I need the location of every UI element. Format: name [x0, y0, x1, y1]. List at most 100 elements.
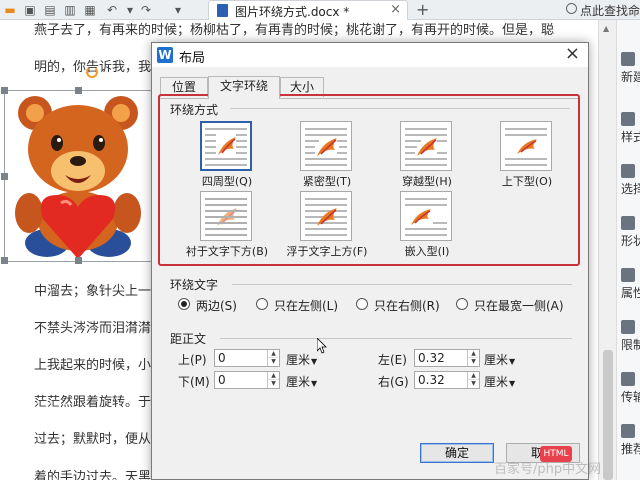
- undo-dropdown-icon[interactable]: ▾: [122, 2, 138, 18]
- document-line: 中溜去；象针尖上一滴: [34, 284, 165, 299]
- distance-top-unit[interactable]: 厘米▼: [286, 351, 317, 368]
- tab-text-wrapping[interactable]: 文字环绕: [208, 76, 280, 99]
- wrap-inline-icon: [400, 191, 452, 241]
- dialog-title: 布局: [179, 51, 206, 66]
- customize-dropdown-icon[interactable]: ▾: [170, 2, 186, 18]
- resize-handle[interactable]: [1, 173, 8, 180]
- style-icon: [621, 112, 635, 126]
- document-tab-title: 图片环绕方式.docx *: [235, 5, 350, 19]
- panel-item-new[interactable]: 新建: [621, 52, 640, 85]
- panel-item-restrict[interactable]: 限制: [621, 320, 640, 353]
- distance-right-unit[interactable]: 厘米▼: [484, 373, 515, 390]
- panel-item-recommend[interactable]: 推荐: [621, 424, 640, 457]
- resize-handle[interactable]: [1, 257, 8, 264]
- open-folder-icon[interactable]: ▬: [2, 2, 18, 18]
- wrap-behind-text-icon: [200, 191, 252, 241]
- distance-top-input[interactable]: 0 ▲ ▼: [214, 349, 280, 367]
- layout-dialog: W 布局 × 位置 文字环绕 大小 环绕方式 四周型(Q) 紧密型(T) 穿越型…: [151, 42, 589, 480]
- wrap-option-inline[interactable]: 嵌入型(I): [382, 191, 472, 261]
- undo-icon[interactable]: ↶: [104, 2, 120, 18]
- app-toolbar: ▬ ▣ ▤ ▥ ▦ ↶ ▾ ↷ ▾ 图片环绕方式.docx * × + 点此查找…: [0, 0, 640, 20]
- unit-dropdown-icon: ▼: [509, 379, 516, 388]
- redo-icon[interactable]: ↷: [138, 2, 154, 18]
- unit-dropdown-icon: ▼: [509, 357, 516, 366]
- print-preview-icon[interactable]: ▦: [82, 2, 98, 18]
- panel-item-select[interactable]: 选择: [621, 164, 640, 197]
- selected-image[interactable]: [1, 87, 152, 264]
- wrap-option-label: 上下型(O): [501, 175, 553, 188]
- radio-button[interactable]: [456, 298, 468, 310]
- section-divider: [232, 284, 572, 285]
- wrap-option-tight[interactable]: 紧密型(T): [282, 121, 372, 191]
- panel-item-properties[interactable]: 属性: [621, 268, 640, 301]
- distance-bottom-input[interactable]: 0 ▲ ▼: [214, 371, 280, 389]
- vertical-scrollbar[interactable]: ▲: [598, 20, 616, 480]
- properties-icon: [621, 268, 635, 282]
- document-line: 明的，你告诉我，我们: [34, 60, 165, 75]
- wrap-option-label: 嵌入型(I): [404, 245, 450, 258]
- close-tab-icon[interactable]: ×: [390, 2, 401, 17]
- scrollbar-thumb[interactable]: [603, 350, 613, 480]
- transfer-icon: [621, 372, 635, 386]
- spin-down-icon[interactable]: ▼: [268, 380, 279, 388]
- distance-bottom-label: 下(M): [178, 375, 210, 389]
- spin-up-icon[interactable]: ▲: [468, 350, 479, 358]
- resize-handle[interactable]: [75, 257, 82, 264]
- radio-button[interactable]: [256, 298, 268, 310]
- ok-button[interactable]: 确定: [420, 443, 494, 463]
- search-hint[interactable]: 点此查找命: [580, 2, 640, 19]
- wrap-option-label: 穿越型(H): [402, 175, 452, 188]
- save-icon[interactable]: ▣: [22, 2, 38, 18]
- spin-down-icon[interactable]: ▼: [468, 358, 479, 366]
- wps-logo-icon: W: [157, 47, 173, 63]
- distance-right-label: 右(G): [378, 375, 409, 389]
- spin-down-icon[interactable]: ▼: [268, 358, 279, 366]
- wrap-tight-icon: [300, 121, 352, 171]
- word-document-icon: [217, 4, 228, 17]
- wrap-option-behind-text[interactable]: 衬于文字下方(B): [182, 191, 272, 261]
- panel-item-transfer[interactable]: 传输: [621, 372, 640, 405]
- radio-button[interactable]: [356, 298, 368, 310]
- document-line: 不禁头涔涔而泪潸潸了: [34, 321, 165, 336]
- distance-left-input[interactable]: 0.32 ▲ ▼: [414, 349, 480, 367]
- resize-handle[interactable]: [75, 87, 82, 94]
- radio-label: 只在右侧(R): [374, 299, 440, 313]
- wrap-option-label: 四周型(Q): [201, 175, 253, 188]
- export-pdf-icon[interactable]: ▤: [42, 2, 58, 18]
- dialog-close-button[interactable]: ×: [565, 44, 580, 64]
- new-tab-button[interactable]: +: [416, 0, 429, 19]
- radio-button[interactable]: [178, 298, 190, 310]
- distance-left-unit[interactable]: 厘米▼: [484, 351, 515, 368]
- distance-left-label: 左(E): [378, 353, 407, 367]
- scroll-up-arrow-icon[interactable]: ▲: [603, 24, 609, 33]
- wrap-text-label: 环绕文字: [170, 278, 219, 292]
- document-line: 燕子去了，有再来的时候；杨柳枯了，有再青的时候；桃花谢了，有再开的时候。但是，聪: [34, 23, 555, 38]
- spin-up-icon[interactable]: ▲: [268, 372, 279, 380]
- distance-right-input[interactable]: 0.32 ▲ ▼: [414, 371, 480, 389]
- spin-up-icon[interactable]: ▲: [268, 350, 279, 358]
- rotate-handle[interactable]: [86, 66, 98, 78]
- wrap-option-in-front-of-text[interactable]: 浮于文字上方(F): [282, 191, 372, 261]
- recommend-icon: [621, 424, 635, 438]
- print-icon[interactable]: ▥: [62, 2, 78, 18]
- shape-icon: [621, 216, 635, 230]
- wrap-option-through[interactable]: 穿越型(H): [382, 121, 472, 191]
- spin-up-icon[interactable]: ▲: [468, 372, 479, 380]
- resize-handle[interactable]: [1, 87, 8, 94]
- distance-bottom-unit[interactable]: 厘米▼: [286, 373, 317, 390]
- wrap-option-label: 紧密型(T): [302, 175, 352, 188]
- wrap-option-square[interactable]: 四周型(Q): [182, 121, 272, 191]
- document-tab[interactable]: 图片环绕方式.docx * ×: [208, 0, 408, 20]
- panel-item-style[interactable]: 样式: [621, 112, 640, 145]
- search-icon[interactable]: [566, 3, 577, 14]
- wrap-top-bottom-icon: [500, 121, 552, 171]
- wrap-option-top-bottom[interactable]: 上下型(O): [482, 121, 572, 191]
- dialog-titlebar[interactable]: W 布局 ×: [152, 43, 588, 67]
- panel-item-shape[interactable]: 形状: [621, 216, 640, 249]
- mouse-cursor-icon: [317, 338, 327, 354]
- select-icon: [621, 164, 635, 178]
- section-divider: [230, 108, 570, 109]
- spin-down-icon[interactable]: ▼: [468, 380, 479, 388]
- teddy-bear-image: [15, 96, 141, 259]
- new-icon: [621, 52, 635, 66]
